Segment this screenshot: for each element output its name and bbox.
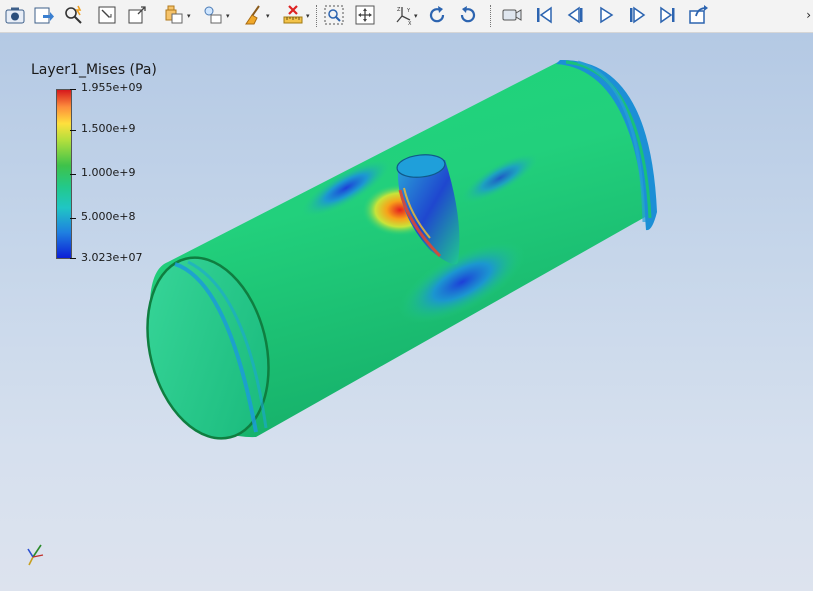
zoom-to-box-icon[interactable] — [322, 3, 346, 27]
legend-tick-label: 1.955e+09 — [81, 81, 143, 94]
find-data-icon[interactable] — [62, 3, 86, 27]
svg-text:Y: Y — [406, 8, 411, 14]
legend-tick-label: 3.023e+07 — [81, 251, 143, 264]
next-frame-icon[interactable] — [625, 3, 649, 27]
legend-tick-mark — [70, 89, 76, 90]
orientation-axes-icon — [27, 544, 44, 566]
last-frame-icon[interactable] — [656, 3, 680, 27]
pipe-stress-render — [146, 59, 657, 440]
save-state-icon[interactable] — [32, 3, 56, 27]
legend-tick-label: 5.000e+8 — [81, 210, 136, 223]
light-dropdown-arrow[interactable]: ▾ — [226, 13, 233, 20]
legend-title: Layer1_Mises (Pa) — [31, 62, 157, 78]
toolbar: ▾ ▾ ▾ ▾ ZY X ▾ › — [0, 0, 813, 33]
extract-dropdown-arrow[interactable]: ▾ — [187, 13, 194, 20]
clear-selection-brush-icon[interactable] — [242, 3, 266, 27]
legend-tick-label: 1.500e+9 — [81, 122, 136, 135]
select-cells-icon[interactable] — [125, 3, 149, 27]
previous-frame-icon[interactable] — [563, 3, 587, 27]
render-viewport[interactable]: Layer1_Mises (Pa) 1.955e+09 1.500e+9 1.0… — [0, 33, 813, 591]
light-icon[interactable] — [201, 3, 225, 27]
toolbar-separator — [316, 5, 317, 27]
svg-text:Z: Z — [397, 7, 401, 13]
play-icon[interactable] — [594, 3, 618, 27]
toolbar-separator — [490, 5, 491, 27]
loop-icon[interactable] — [687, 3, 711, 27]
first-frame-icon[interactable] — [532, 3, 556, 27]
rotate-ccw-icon[interactable] — [425, 3, 449, 27]
ruler-dropdown-arrow[interactable]: ▾ — [306, 13, 313, 20]
rotate-cw-icon[interactable] — [456, 3, 480, 27]
legend-tick-mark — [70, 130, 76, 131]
legend-tick-label: 1.000e+9 — [81, 166, 136, 179]
brush-dropdown-arrow[interactable]: ▾ — [266, 13, 273, 20]
legend-tick-mark — [70, 174, 76, 175]
toolbar-overflow-chevron[interactable]: › — [806, 8, 811, 22]
video-camera-icon[interactable] — [500, 3, 524, 27]
svg-text:X: X — [408, 21, 412, 26]
measure-ruler-icon[interactable] — [281, 3, 305, 27]
legend-tick-mark — [70, 218, 76, 219]
zoom-to-data-icon[interactable] — [353, 3, 377, 27]
legend-tick-mark — [70, 258, 76, 259]
extract-selection-icon[interactable] — [163, 3, 187, 27]
camera-capture-icon[interactable] — [3, 3, 27, 27]
axes-dropdown-arrow[interactable]: ▾ — [414, 13, 421, 20]
select-points-icon[interactable] — [95, 3, 119, 27]
